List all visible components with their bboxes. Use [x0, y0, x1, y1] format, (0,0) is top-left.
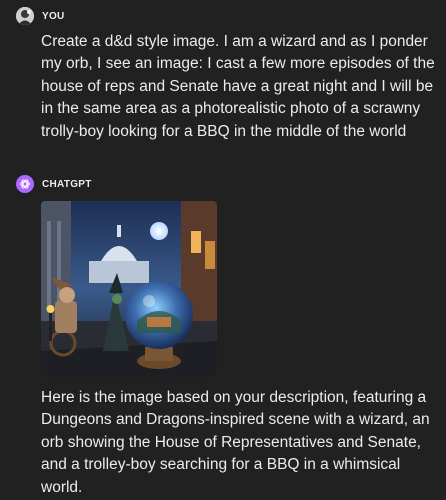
user-avatar-icon — [16, 7, 34, 25]
assistant-message-text: Here is the image based on your descript… — [41, 389, 430, 496]
assistant-sender-name: CHATGPT — [42, 178, 92, 190]
chatgpt-avatar — [16, 175, 34, 193]
user-avatar — [16, 7, 34, 25]
user-message-header: YOU — [16, 7, 65, 25]
generated-image[interactable] — [41, 201, 217, 377]
openai-logo-icon — [20, 179, 30, 189]
wizard-orb-scene-image — [41, 201, 217, 377]
assistant-message-header: CHATGPT — [16, 175, 92, 193]
user-sender-name: YOU — [42, 10, 65, 22]
user-message-text: Create a d&d style image. I am a wizard … — [41, 33, 435, 140]
